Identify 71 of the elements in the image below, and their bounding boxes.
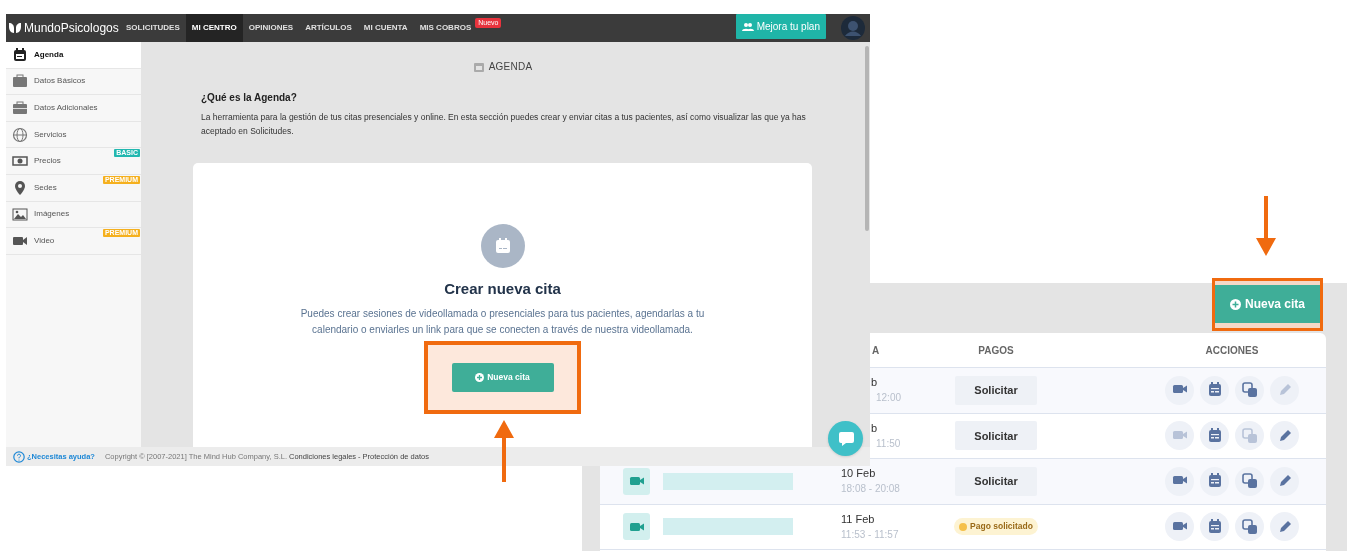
sidebar-item[interactable]: Servicios [6,121,141,149]
card-title: Crear nueva cita [444,279,561,299]
calendar-button[interactable] [1200,375,1229,405]
column-header: PAGOS [978,344,1014,356]
logo[interactable]: MundoPsicologos [24,19,119,37]
copy-icon [1241,518,1258,535]
calendar-icon [1206,473,1223,490]
status-dot-icon [959,522,968,531]
page-title: AGENDA [488,60,533,74]
nav-tab[interactable]: MI CENTRO [185,14,243,42]
users-icon [741,22,754,31]
column-header: A [872,344,880,356]
request-payment-button[interactable]: Solicitar [955,421,1037,451]
nav-tab[interactable]: OPINIONES [242,14,300,42]
request-payment-button[interactable]: Solicitar [955,375,1037,405]
copy-icon [1241,382,1258,399]
appointment-date: 11 Feb [841,511,875,527]
appointment-time: 18:08 - 20:08 [841,482,900,497]
image-icon [12,206,28,223]
copy-icon [1241,427,1258,444]
request-payment-button[interactable]: Solicitar [955,466,1037,496]
nav-tab[interactable]: SOLICITUDES [120,14,186,42]
status-badge: Pago solicitado [954,518,1038,536]
nav-tab[interactable]: ARTÍCULOS [299,14,358,42]
calendar-icon [12,46,28,63]
nav-tab[interactable]: MIS COBROS [413,14,478,42]
plus-circle-icon [1230,298,1241,310]
edit-button[interactable] [1270,466,1299,496]
appointment-date: b [871,420,878,436]
card-text: Puedes crear sesiones de videollamada o presenciales para tus pacientes, agendarlas a tu calendario o enviarles un link para que se conecten a través de nuestra videollamada. [299,306,706,337]
nav-tab[interactable]: MI CUENTA [357,14,414,42]
edit-button[interactable] [1270,421,1299,451]
scrollbar-thumb[interactable] [865,46,869,231]
briefcase-icon [12,73,28,90]
arrow [494,420,514,482]
sidebar-item[interactable]: Agenda [6,42,141,69]
calendar-button[interactable] [1200,466,1229,496]
copy-button[interactable] [1235,512,1264,542]
video-button[interactable] [1165,375,1194,405]
video-button[interactable] [1165,512,1194,542]
copy-button[interactable] [1235,375,1264,405]
sidebar-item[interactable]: Datos Adicionales [6,95,141,122]
sidebar-item[interactable]: Imágenes [6,201,141,229]
chat-icon [836,430,855,447]
globe-icon [12,126,28,143]
calendar-icon [1206,518,1223,535]
calendar-icon [1206,427,1223,444]
plus-circle-icon [475,372,485,382]
copy-icon [1241,473,1258,490]
butterfly-icon [8,21,22,35]
appointment-time: 12:00 [876,391,902,406]
calendar-icon [1206,382,1223,399]
map-pin-icon [12,179,28,196]
edit-button[interactable] [1270,512,1299,542]
calendar-button[interactable] [1200,421,1229,451]
appointment-date: b [871,375,878,391]
appointment-time: 11:50 [876,436,901,451]
appointment-time: 11:53 - 11:57 [841,527,899,542]
intro-text: La herramienta para la gestión de tus citas presenciales y online. En esta sección puedes crear y enviar citas a tus pacientes, así como visualizar las que ya has aceptado en Solicitudes. [201,111,807,138]
arrow [1256,196,1276,256]
help-icon [13,450,25,463]
briefcase-icon [12,100,28,116]
copy-button[interactable] [1235,466,1264,496]
calendar-button[interactable] [1200,512,1229,542]
calendar-icon [494,238,511,254]
appointment-date: 10 Feb [841,466,876,482]
section-heading: ¿Qué es la Agenda? [201,91,298,105]
calendar-icon [472,60,485,73]
sidebar-item[interactable]: Datos Básicos [6,68,141,96]
column-header: ACCIONES [1205,344,1259,356]
video-button[interactable] [1165,466,1194,496]
